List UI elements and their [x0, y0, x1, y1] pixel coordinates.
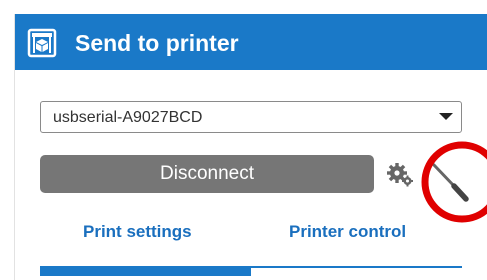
- send-to-printer-page: Send to printer usbserial-A9027BCD Disco…: [0, 0, 487, 280]
- tab-printer-control[interactable]: Printer control: [289, 221, 406, 243]
- wrench-icon[interactable]: [425, 159, 475, 205]
- panel-bottom-edge: [40, 276, 462, 280]
- tab-active-indicator: [40, 266, 251, 276]
- port-select-value: usbserial-A9027BCD: [53, 109, 203, 126]
- tab-print-settings[interactable]: Print settings: [83, 221, 192, 243]
- panel-header: Send to printer: [15, 14, 487, 70]
- chevron-down-icon: [439, 113, 453, 120]
- port-select[interactable]: usbserial-A9027BCD: [40, 101, 462, 133]
- panel-title: Send to printer: [75, 30, 239, 56]
- printer-cube-icon: [27, 28, 57, 58]
- gear-icon[interactable]: [387, 161, 413, 187]
- send-to-printer-panel: Send to printer usbserial-A9027BCD Disco…: [14, 14, 487, 280]
- disconnect-button[interactable]: Disconnect: [40, 155, 374, 193]
